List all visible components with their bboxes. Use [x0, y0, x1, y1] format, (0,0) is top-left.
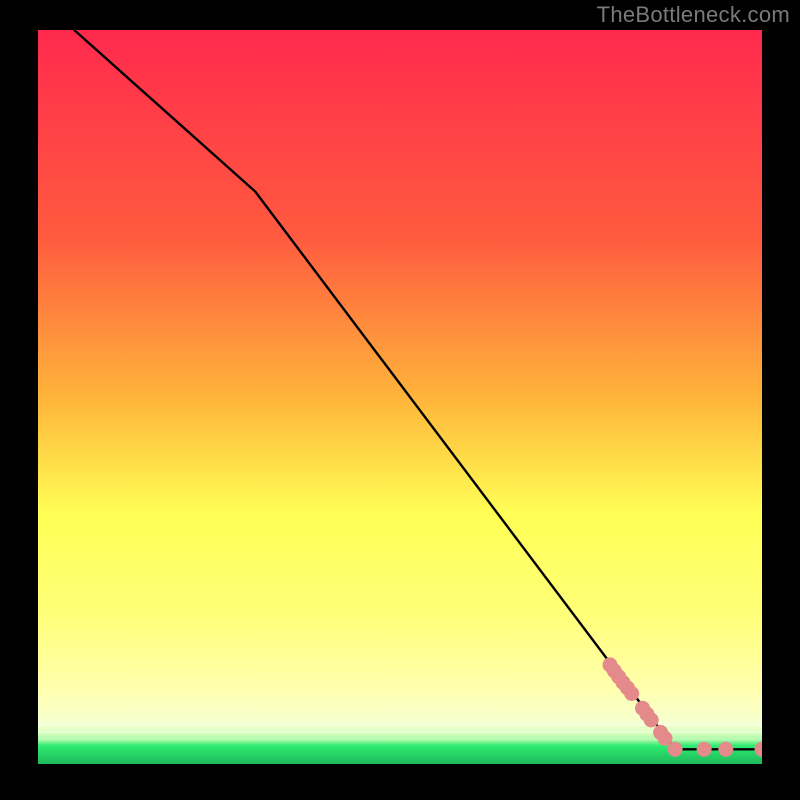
chart-frame: TheBottleneck.com: [0, 0, 800, 800]
chart-plot: [38, 30, 762, 764]
watermark-text: TheBottleneck.com: [597, 2, 790, 28]
chart-svg: [38, 30, 762, 764]
